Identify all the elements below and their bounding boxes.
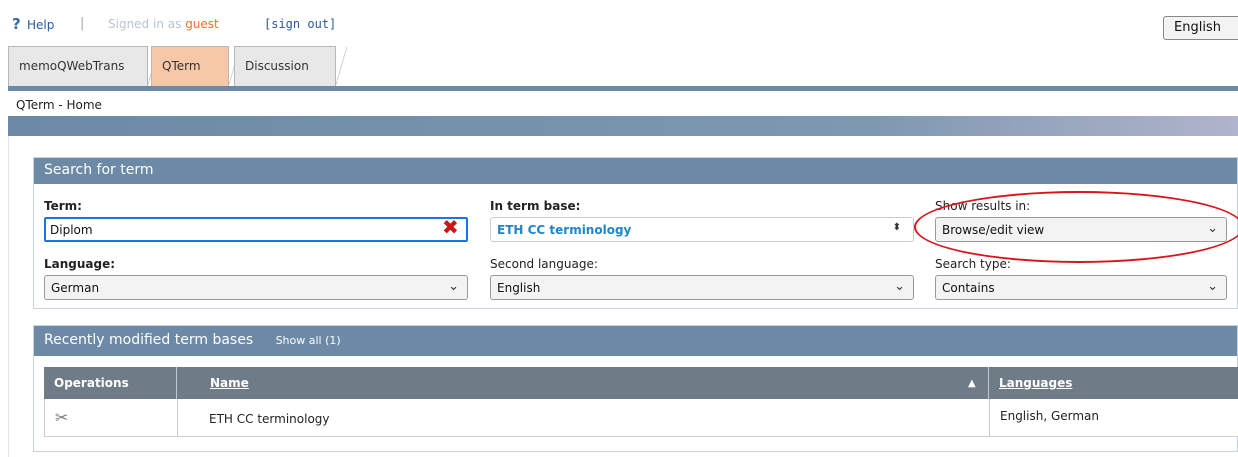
second-language-value: English	[497, 281, 541, 295]
table-header: Operations Name ▲ Languages	[44, 367, 1238, 399]
top-bar: ? Help | Signed in as guest [sign out] E…	[0, 0, 1238, 42]
recent-panel-header: Recently modified term bases Show all (1…	[34, 326, 1237, 356]
chevron-down-icon: ⌄	[894, 279, 905, 294]
tab-underline	[8, 86, 1238, 91]
signed-in-status: Signed in as guest	[108, 17, 219, 31]
termbase-label: In term base:	[490, 199, 581, 213]
content-border	[8, 136, 9, 457]
header-banner	[8, 116, 1238, 136]
termbase-name-cell[interactable]: ETH CC terminology	[209, 412, 330, 426]
language-value: German	[51, 281, 100, 295]
column-name[interactable]: Name	[210, 376, 249, 390]
second-language-select[interactable]: English ⌄	[490, 275, 914, 300]
chevron-down-icon: ⌄	[1207, 279, 1218, 294]
second-language-label: Second language:	[490, 257, 598, 271]
column-divider	[176, 367, 177, 399]
language-select[interactable]: German ⌄	[44, 275, 468, 300]
breadcrumb: QTerm - Home	[16, 98, 102, 112]
languages-cell: English, German	[1000, 409, 1100, 423]
table-row: ✂ ETH CC terminology English, German	[44, 399, 1238, 437]
separator: |	[80, 16, 85, 31]
tools-icon[interactable]: ✂	[55, 408, 68, 427]
sign-out-link[interactable]: [sign out]	[264, 17, 336, 31]
username: guest	[185, 17, 219, 31]
tab-discussion[interactable]: Discussion	[234, 46, 347, 87]
clear-x-icon[interactable]: ✖	[442, 215, 459, 239]
search-type-select[interactable]: Contains ⌄	[935, 275, 1227, 300]
updown-arrows-icon: ⬍	[892, 222, 901, 233]
help-link[interactable]: Help	[27, 18, 54, 32]
highlight-circle	[914, 191, 1238, 263]
sort-ascending-icon[interactable]: ▲	[968, 378, 976, 389]
term-input[interactable]: Diplom	[44, 217, 468, 242]
show-all-link[interactable]: Show all (1)	[276, 334, 341, 347]
recent-termbases-panel: Recently modified term bases Show all (1…	[33, 325, 1238, 452]
language-selector[interactable]: English	[1163, 16, 1238, 40]
tab-qterm[interactable]: QTerm	[151, 46, 240, 87]
search-type-label: Search type:	[935, 257, 1011, 271]
column-divider	[989, 399, 990, 436]
tab-memoqwebtrans[interactable]: memoQWebTrans	[8, 46, 159, 87]
column-operations: Operations	[54, 376, 129, 390]
column-languages[interactable]: Languages	[999, 376, 1072, 390]
column-divider	[988, 367, 989, 399]
language-label: Language:	[44, 257, 116, 271]
column-divider	[177, 399, 178, 436]
question-mark-icon[interactable]: ?	[12, 15, 21, 33]
tab-bar: memoQWebTrans QTerm Discussion	[8, 46, 368, 87]
chevron-down-icon: ⌄	[448, 279, 459, 294]
termbase-value: ETH CC terminology	[497, 223, 632, 237]
recent-panel-title: Recently modified term bases	[44, 332, 254, 348]
search-type-value: Contains	[942, 281, 995, 295]
signed-in-prefix: Signed in as	[108, 17, 182, 31]
search-panel-title: Search for term	[34, 158, 1237, 184]
termbase-select[interactable]: ETH CC terminology ⬍	[490, 217, 914, 242]
term-label: Term:	[44, 199, 82, 213]
